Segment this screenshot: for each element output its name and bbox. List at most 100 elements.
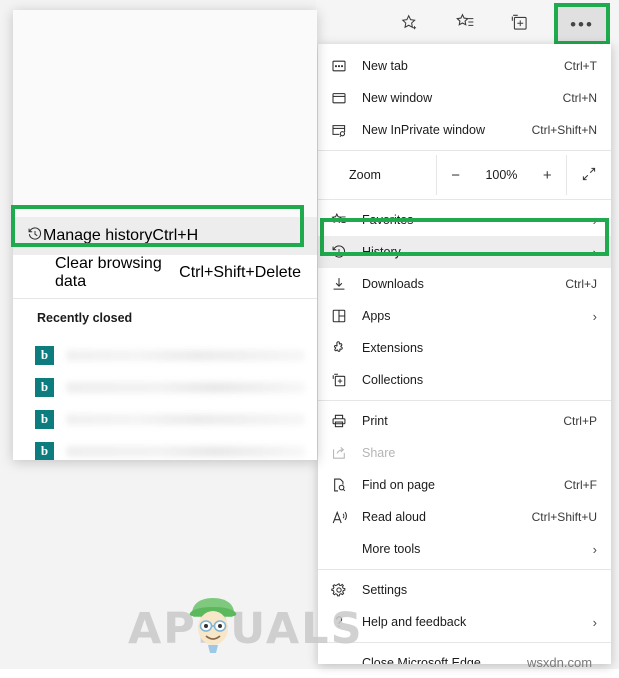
menu-item-label: More tools [362,542,421,556]
zoom-in-button[interactable]: + [528,155,566,195]
chevron-right-icon: › [592,541,597,557]
menu-item-accelerator: Ctrl+T [564,59,597,73]
bing-icon: b [35,409,54,429]
page-bottom-strip [0,669,619,678]
menu-item-share: Share [318,437,611,469]
menu-item-label: Extensions [362,341,424,355]
source-watermark: wsxdn.com [527,655,593,670]
menu-item-label: Find on page [362,478,435,492]
inprivate-window-icon [331,121,357,139]
flyout-item-label: Clear browsing data [55,255,162,290]
history-flyout-list-area [13,10,317,217]
menu-divider [318,400,611,401]
screenshot-root: ••• New tab Ctrl+T New window Ctrl+N New… [0,0,619,678]
plus-icon: + [542,166,552,184]
menu-item-label: History [362,245,401,259]
appuals-mascot-icon [189,598,237,653]
menu-item-more-tools[interactable]: More tools › [318,533,611,565]
menu-item-accelerator: Ctrl+Shift+U [531,510,597,524]
fullscreen-icon [581,166,597,185]
menu-item-settings[interactable]: Settings [318,574,611,606]
settings-and-more-menu: New tab Ctrl+T New window Ctrl+N New InP… [318,44,611,664]
menu-item-collections[interactable]: Collections [318,364,611,396]
history-flyout-panel: Manage history Ctrl+H Clear browsing dat… [13,10,317,460]
menu-item-accelerator: Ctrl+Shift+N [531,123,597,137]
menu-item-new-tab[interactable]: New tab Ctrl+T [318,50,611,82]
favorites-icon [331,211,357,229]
history-icon [331,243,357,261]
menu-item-accelerator: Ctrl+J [565,277,597,291]
menu-item-label: Favorites [362,213,414,227]
chevron-right-icon: › [592,614,597,630]
extensions-icon [331,339,357,357]
zoom-level-value: 100% [485,168,518,182]
flyout-item-label: Manage history [43,227,153,244]
recently-closed-item[interactable]: b [35,408,305,430]
menu-item-label: Share [362,446,396,460]
menu-divider [318,569,611,570]
menu-item-accelerator: Ctrl+P [563,414,597,428]
menu-item-downloads[interactable]: Downloads Ctrl+J [318,268,611,300]
menu-item-label: Settings [362,583,408,597]
menu-item-new-inprivate-window[interactable]: New InPrivate window Ctrl+Shift+N [318,114,611,146]
zoom-out-button[interactable]: − [435,155,475,195]
bing-icon: b [35,441,54,460]
gear-icon [331,581,357,599]
menu-item-apps[interactable]: Apps › [318,300,611,332]
chevron-right-icon: › [592,308,597,324]
new-tab-icon [331,57,357,75]
appuals-watermark: APPUALS [128,604,364,654]
recently-closed-title-blurred [66,349,305,361]
menu-item-find-on-page[interactable]: Find on page Ctrl+F [318,469,611,501]
flyout-item-clear-browsing-data[interactable]: Clear browsing data Ctrl+Shift+Delete [13,255,317,290]
menu-item-label: Print [362,414,388,428]
menu-item-label: New InPrivate window [362,123,485,137]
new-window-icon [331,89,357,107]
read-aloud-icon [331,508,357,526]
add-favorite-icon[interactable] [387,4,431,40]
menu-item-label: New window [362,91,433,105]
recently-closed-title-blurred [66,381,305,393]
history-icon [27,226,43,247]
menu-item-extensions[interactable]: Extensions [318,332,611,364]
flyout-item-accelerator: Ctrl+Shift+Delete [179,264,301,281]
bing-icon: b [35,345,54,365]
menu-item-label: Downloads [362,277,424,291]
apps-icon [331,307,357,325]
menu-item-label: New tab [362,59,408,73]
menu-item-accelerator: Ctrl+F [564,478,597,492]
menu-item-favorites[interactable]: Favorites › [318,204,611,236]
menu-item-label: Help and feedback [362,615,467,629]
menu-item-accelerator: Ctrl+N [562,91,597,105]
recently-closed-item[interactable]: b [35,376,305,398]
menu-divider [318,199,611,200]
menu-item-label: Collections [362,373,424,387]
flyout-divider [13,298,317,299]
recently-closed-title-blurred [66,413,305,425]
recently-closed-item[interactable]: b [35,440,305,460]
zoom-row: Zoom − 100% + [318,155,611,195]
favorites-icon[interactable] [443,4,487,40]
share-icon [331,444,357,462]
recently-closed-title-blurred [66,445,305,457]
print-icon [331,412,357,430]
recently-closed-item[interactable]: b [35,344,305,366]
recently-closed-heading: Recently closed [37,311,133,325]
menu-item-read-aloud[interactable]: Read aloud Ctrl+Shift+U [318,501,611,533]
downloads-icon [331,275,357,293]
chevron-right-icon: › [592,244,597,260]
menu-divider [318,150,611,151]
flyout-item-manage-history[interactable]: Manage history Ctrl+H [13,217,317,255]
fullscreen-button[interactable] [566,155,611,195]
collections-icon[interactable] [497,4,541,40]
menu-item-history[interactable]: History › [318,236,611,268]
zoom-label: Zoom [349,168,381,182]
bing-icon: b [35,377,54,397]
menu-item-print[interactable]: Print Ctrl+P [318,405,611,437]
chevron-right-icon: › [592,212,597,228]
menu-item-new-window[interactable]: New window Ctrl+N [318,82,611,114]
flyout-item-accelerator: Ctrl+H [152,227,199,244]
menu-item-label: Apps [362,309,391,323]
minus-icon: − [451,166,460,184]
